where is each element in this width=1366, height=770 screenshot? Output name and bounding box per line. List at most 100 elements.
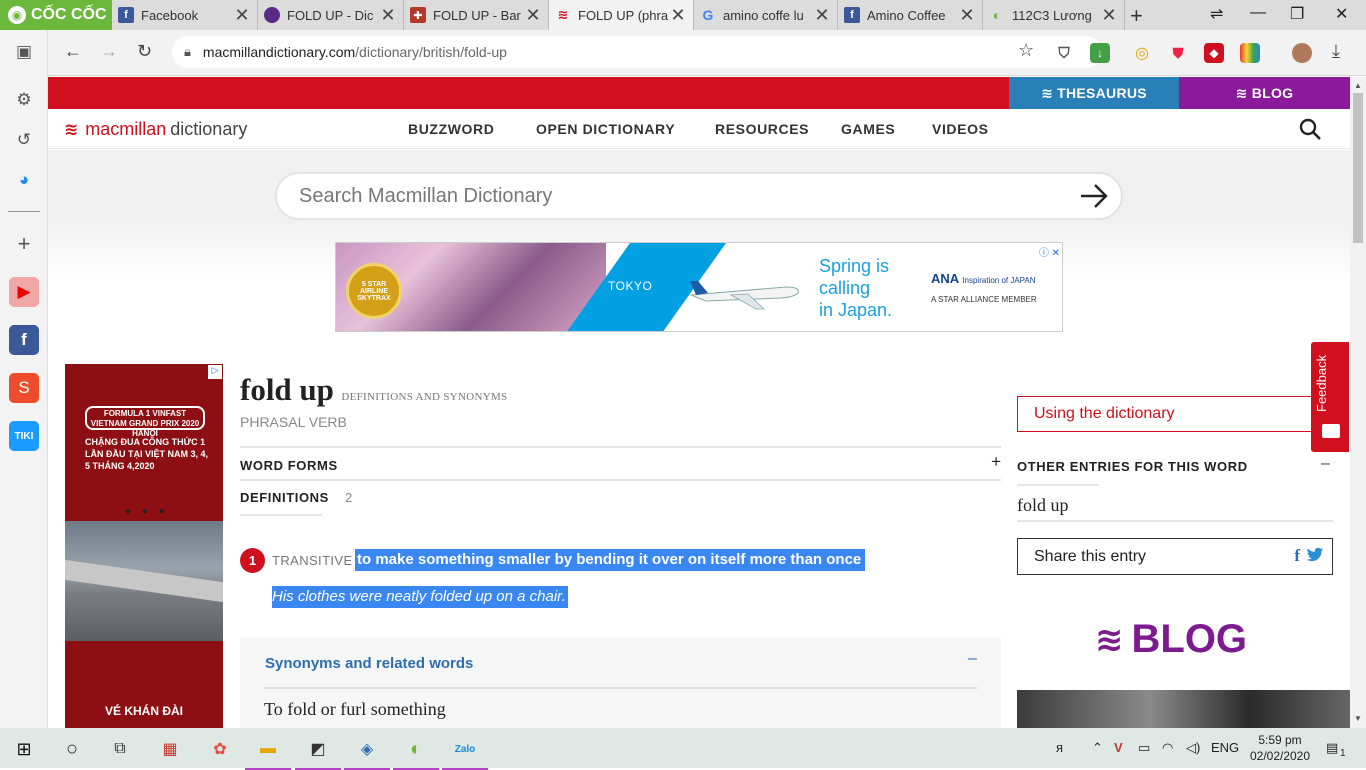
profile-avatar[interactable]	[1292, 43, 1312, 63]
notepad-icon[interactable]: ◩	[295, 734, 341, 770]
facebook-icon[interactable]: f	[9, 325, 39, 355]
macmillan-logo-icon: ≋	[64, 119, 79, 139]
windows-start-icon[interactable]: ⊞	[9, 734, 39, 764]
close-window-button[interactable]: ✕	[1335, 4, 1348, 24]
ad-close-icon[interactable]: ⓘ ✕	[1039, 244, 1060, 259]
word-forms-toggle[interactable]: WORD FORMS +	[240, 446, 1001, 481]
shopee-icon[interactable]: S	[9, 373, 39, 403]
app-icon[interactable]: ◈	[344, 734, 390, 770]
close-tab-icon[interactable]: ✕	[1100, 5, 1118, 26]
browser-tab[interactable]: f Facebook ✕	[112, 0, 258, 30]
ad-banner[interactable]: 5 STAR AIRLINE SKYTRAX TOKYO Spring is c…	[335, 242, 1063, 332]
downloads-icon[interactable]: ⤓	[1332, 41, 1340, 62]
nav-resources[interactable]: RESOURCES	[715, 121, 809, 137]
minimize-button[interactable]: —	[1250, 4, 1266, 22]
browser-tab[interactable]: FOLD UP - Dic ✕	[258, 0, 404, 30]
file-explorer-icon[interactable]: ▬	[245, 734, 291, 770]
close-tab-icon[interactable]: ✕	[958, 5, 976, 26]
app-icon[interactable]: ▦	[155, 734, 185, 764]
scroll-down-arrow-icon[interactable]: ▼	[1354, 714, 1362, 723]
tiki-icon[interactable]: TIKI	[9, 421, 39, 451]
reload-button[interactable]: ↻	[137, 41, 152, 62]
language-indicator[interactable]: ENG	[1211, 740, 1239, 755]
address-bar[interactable]: 🔒︎ macmillandictionary.com/dictionary/br…	[172, 36, 1102, 68]
browser-tab-active[interactable]: ≋ FOLD UP (phra ✕	[549, 0, 694, 30]
nav-games[interactable]: GAMES	[841, 121, 895, 137]
unikey-icon[interactable]: V	[1114, 740, 1123, 755]
blog-promo[interactable]: ≋ BLOG	[1095, 617, 1247, 662]
twitter-share-icon[interactable]	[1306, 547, 1324, 563]
ad-carousel-dots[interactable]: ● ● ●	[125, 506, 169, 517]
bookmark-star-icon[interactable]: ☆	[1018, 40, 1034, 61]
coccoc-browser-icon[interactable]: ◐	[393, 734, 439, 770]
browser-tab[interactable]: G amino coffe lu ✕	[694, 0, 838, 30]
forward-button[interactable]: →	[100, 41, 118, 62]
shield-icon[interactable]: ⛉	[1054, 43, 1074, 63]
page-scrollbar[interactable]: ▲ ▼	[1350, 77, 1366, 728]
ad-cta[interactable]: VÉ KHÁN ĐÀI	[65, 704, 223, 718]
youtube-icon[interactable]: ▶	[9, 277, 39, 307]
dictionary-search-input[interactable]: Search Macmillan Dictionary	[275, 172, 1123, 220]
coccoc-logo-icon: ◉	[8, 6, 26, 24]
nav-buzzword[interactable]: BUZZWORD	[408, 121, 494, 137]
network-app-icon[interactable]: ✿	[205, 734, 235, 764]
scrollbar-thumb[interactable]	[1353, 93, 1363, 243]
ad-choices-icon[interactable]: ▷	[208, 365, 222, 379]
zalo-icon[interactable]: Zalo	[442, 734, 488, 770]
browser-tab[interactable]: f Amino Coffee ✕	[838, 0, 983, 30]
search-icon[interactable]	[1298, 117, 1322, 141]
history-icon[interactable]: ↺	[9, 125, 39, 155]
close-tab-icon[interactable]: ✕	[379, 5, 397, 26]
tray-expand-icon[interactable]: ⌃	[1092, 740, 1103, 756]
battery-icon[interactable]: ▭	[1138, 740, 1150, 756]
volume-icon[interactable]: ◁)	[1186, 740, 1200, 756]
settings-icon[interactable]: ⚙	[9, 85, 39, 115]
add-app-icon[interactable]: +	[9, 229, 39, 259]
synonyms-title[interactable]: Synonyms and related words	[265, 655, 473, 672]
browser-brand-button[interactable]: ◉ CỐC CỐC	[0, 0, 112, 30]
other-entries-label: OTHER ENTRIES FOR THIS WORD	[1017, 459, 1248, 474]
restore-button[interactable]: ❐	[1290, 4, 1304, 24]
sense-definition[interactable]: to make something smaller by bending it …	[355, 549, 866, 571]
close-tab-icon[interactable]: ✕	[813, 5, 831, 26]
thesaurus-link[interactable]: ≋ THESAURUS	[1009, 77, 1179, 109]
search-submit-arrow-icon[interactable]	[1079, 182, 1109, 210]
clock[interactable]: 5:59 pm 02/02/2020	[1245, 732, 1315, 764]
expand-plus-icon[interactable]: +	[991, 452, 1001, 472]
other-entry-link[interactable]: fold up	[1017, 495, 1069, 516]
download-extension-icon[interactable]: ↓	[1090, 43, 1110, 63]
sidebar-toggle-icon[interactable]: ▣	[9, 37, 39, 67]
facebook-share-icon[interactable]: f	[1294, 546, 1300, 566]
blog-preview-image[interactable]	[1017, 690, 1350, 728]
collapse-minus-icon[interactable]: –	[968, 650, 977, 668]
site-logo[interactable]: ≋ macmillan dictionary	[64, 119, 247, 140]
task-view-icon[interactable]: ⧉	[105, 734, 135, 764]
entry-header: fold up DEFINITIONS AND SYNONYMS PHRASAL…	[240, 372, 1002, 430]
feedback-button[interactable]: Feedback	[1311, 342, 1349, 452]
blog-link[interactable]: ≋ BLOG	[1179, 77, 1350, 109]
browser-tab[interactable]: ◐ 112C3 Lương ✕	[983, 0, 1125, 30]
close-tab-icon[interactable]: ✕	[669, 5, 687, 26]
people-icon[interactable]: ᴙ	[1056, 740, 1063, 755]
chrome-extension-icon[interactable]: ◎	[1132, 43, 1152, 63]
tab-search-icon[interactable]: ⇌	[1210, 4, 1223, 24]
close-tab-icon[interactable]: ✕	[233, 5, 251, 26]
nav-videos[interactable]: VIDEOS	[932, 121, 989, 137]
messenger-icon[interactable]: ◕	[9, 165, 39, 195]
search-icon[interactable]: ○	[57, 734, 87, 764]
color-extension-icon[interactable]	[1240, 43, 1260, 63]
extension-red-icon[interactable]: ◆	[1204, 43, 1224, 63]
browser-tab[interactable]: ✚ FOLD UP - Bar ✕	[404, 0, 549, 30]
close-tab-icon[interactable]: ✕	[524, 5, 542, 26]
side-ad[interactable]: ▷ FORMULA 1 VINFAST VIETNAM GRAND PRIX 2…	[65, 364, 223, 728]
adblock-icon[interactable]: ⛊	[1168, 43, 1188, 63]
collapse-minus-icon[interactable]: –	[1321, 455, 1330, 473]
new-tab-button[interactable]: +	[1130, 3, 1143, 29]
scroll-up-arrow-icon[interactable]: ▲	[1354, 81, 1362, 90]
nav-open-dictionary[interactable]: OPEN DICTIONARY	[536, 121, 675, 137]
sense-example[interactable]: His clothes were neatly folded up on a c…	[272, 586, 568, 608]
back-button[interactable]: ←	[64, 41, 82, 62]
using-dictionary-button[interactable]: Using the dictionary	[1017, 396, 1333, 432]
notifications-icon[interactable]: ▤	[1326, 740, 1338, 756]
wifi-icon[interactable]: ◠	[1162, 740, 1173, 756]
